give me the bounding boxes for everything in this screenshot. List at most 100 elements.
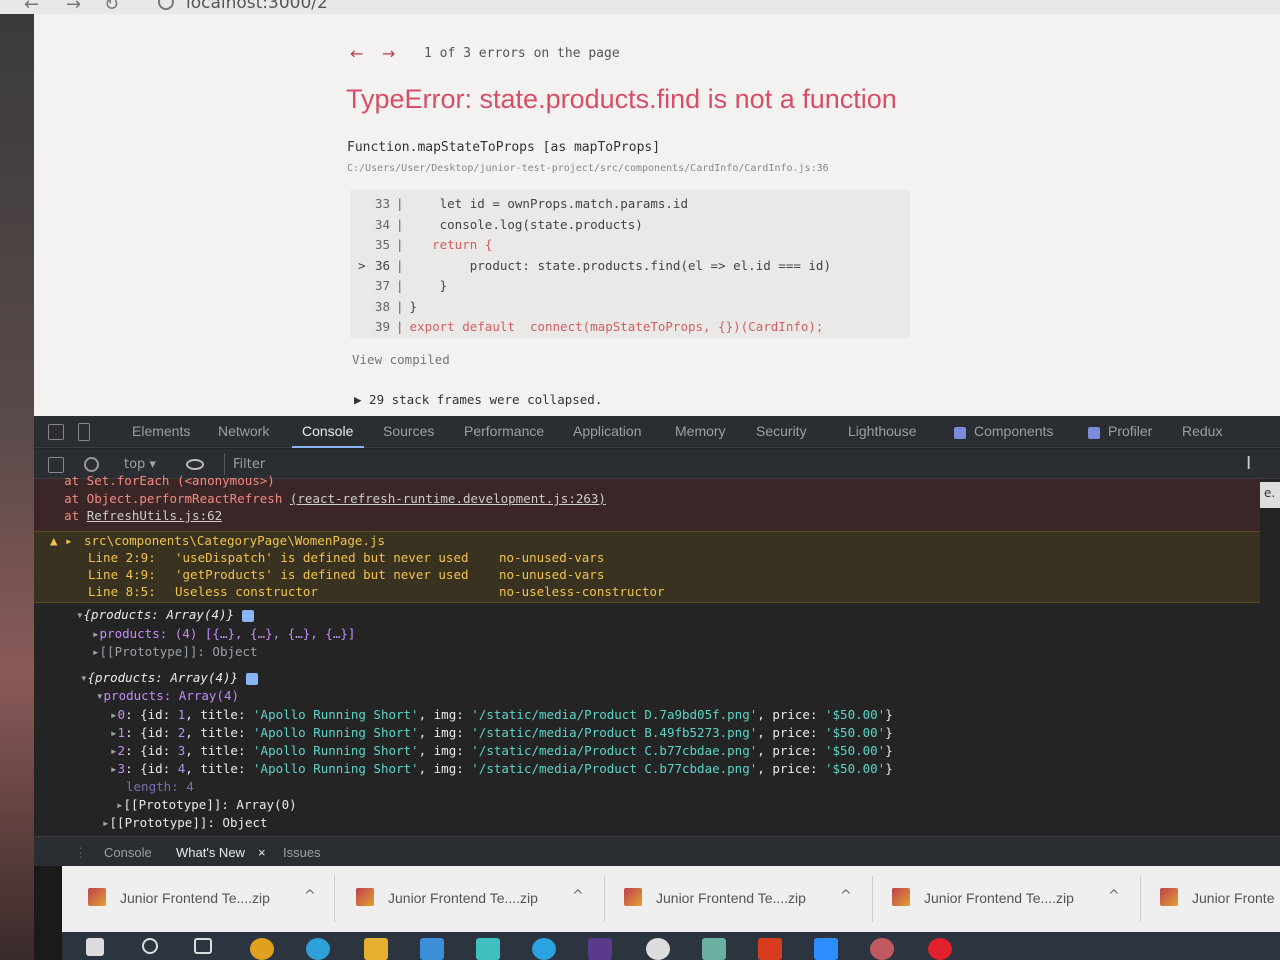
search-icon[interactable] [142, 938, 158, 954]
download-item[interactable]: Junior Frontend Te....zip [388, 890, 538, 906]
opera-icon[interactable] [928, 938, 952, 960]
reload-icon[interactable]: ↻ [104, 0, 119, 15]
tab-components[interactable]: Components [974, 423, 1053, 439]
clock-icon[interactable] [646, 938, 670, 960]
object-prototype[interactable]: ▸[[Prototype]]: Object [92, 644, 258, 659]
code-line: 33 | let id = ownProps.match.params.id [374, 196, 688, 211]
mail-icon[interactable] [420, 938, 444, 960]
tab-console[interactable]: Console [302, 423, 353, 439]
console-output: at Set.forEach (<anonymous>) at Object.p… [34, 473, 1260, 836]
react-components-icon [954, 427, 966, 439]
object-log-header[interactable]: ▾{products: Array(4)} [80, 670, 258, 685]
tab-application[interactable]: Application [573, 423, 642, 439]
warning-file[interactable]: src\components\CategoryPage\WomenPage.js [84, 533, 385, 548]
app-icon[interactable] [870, 938, 894, 960]
function-name: Function.mapStateToProps [as mapToProps] [347, 140, 661, 155]
object-prototype[interactable]: ▸[[Prototype]]: Object [102, 815, 268, 830]
edge-icon[interactable] [306, 938, 330, 960]
object-log-header[interactable]: ▾{products: Array(4)} [76, 607, 254, 622]
live-expression-eye-icon[interactable] [186, 459, 204, 470]
devtools-panel: Elements Network Console Sources Perform… [34, 416, 1280, 866]
stack-link[interactable]: (react-refresh-runtime.development.js:26… [290, 491, 606, 506]
array-item[interactable]: ▸0: {id: 1, title: 'Apollo Running Short… [110, 707, 893, 722]
chrome-icon[interactable] [250, 938, 274, 960]
tab-memory[interactable]: Memory [675, 423, 726, 439]
notepad-icon[interactable] [702, 938, 726, 960]
tab-redux[interactable]: Redux [1182, 423, 1222, 439]
divider [872, 876, 873, 922]
object-property[interactable]: ▸products: (4) [{…}, {…}, {…}, {…}] [92, 626, 355, 641]
context-selector[interactable]: top ▾ [124, 457, 156, 472]
back-icon[interactable]: ← [24, 0, 39, 15]
inspect-element-icon[interactable] [48, 424, 64, 440]
stack-link[interactable]: RefreshUtils.js:62 [87, 508, 222, 523]
file-explorer-icon[interactable] [364, 938, 388, 960]
zip-file-icon [356, 888, 374, 906]
react-profiler-icon [1088, 427, 1100, 439]
download-item[interactable]: Junior Frontend Te....zip [924, 890, 1074, 906]
chevron-up-icon[interactable]: ^ [304, 888, 316, 904]
download-item[interactable]: Junior Fronte [1192, 890, 1274, 906]
warning-rule: no-useless-constructor [499, 584, 665, 599]
stack-frames-toggle[interactable]: ▶ 29 stack frames were collapsed. [354, 392, 602, 407]
divider [604, 876, 605, 922]
array-prototype[interactable]: ▸[[Prototype]]: Array(0) [116, 797, 297, 812]
info-icon[interactable] [158, 0, 174, 10]
task-view-icon[interactable] [194, 938, 212, 954]
array-item[interactable]: ▸1: {id: 2, title: 'Apollo Running Short… [110, 725, 893, 740]
code-line: 37 | } [374, 278, 448, 293]
tab-performance[interactable]: Performance [464, 423, 544, 439]
next-error-button[interactable]: → [382, 44, 395, 63]
drawer-tab-console[interactable]: Console [104, 845, 152, 860]
object-property[interactable]: ▾products: Array(4) [96, 688, 239, 703]
clear-console-icon[interactable] [84, 457, 99, 472]
office-icon[interactable] [758, 938, 782, 960]
download-item[interactable]: Junior Frontend Te....zip [656, 890, 806, 906]
code-line-highlighted: >36 | product: state.products.find(el => … [358, 257, 831, 273]
telegram-icon[interactable] [532, 938, 556, 960]
tab-security[interactable]: Security [756, 423, 807, 439]
tab-sources[interactable]: Sources [383, 423, 434, 439]
drawer-tab-whats-new[interactable]: What's New [176, 845, 245, 860]
zip-file-icon [88, 888, 106, 906]
info-badge-icon [241, 609, 254, 622]
tab-profiler[interactable]: Profiler [1108, 423, 1152, 439]
drawer-menu-icon[interactable]: ⋮ [74, 845, 87, 861]
drawer-tab-issues[interactable]: Issues [283, 845, 321, 860]
info-badge-icon [245, 672, 258, 685]
device-toolbar-icon[interactable] [78, 423, 90, 441]
code-line: 35 | return { [374, 237, 493, 252]
array-item[interactable]: ▸2: {id: 3, title: 'Apollo Running Short… [110, 743, 893, 758]
windows-start-icon[interactable] [86, 938, 104, 956]
download-item[interactable]: Junior Frontend Te....zip [120, 890, 270, 906]
browser-toolbar: ← → ↻ localhost:3000/2 [0, 0, 1280, 15]
sidebar-toggle-icon[interactable] [48, 457, 64, 473]
windows-taskbar [62, 932, 1280, 960]
error-overlay: ← → 1 of 3 errors on the page TypeError:… [34, 14, 1280, 416]
webstorm-icon[interactable] [476, 938, 500, 960]
active-tab-indicator [292, 446, 364, 448]
warning-msg: Useless constructor [175, 584, 318, 599]
prev-error-button[interactable]: ← [350, 44, 363, 63]
array-item[interactable]: ▸3: {id: 4, title: 'Apollo Running Short… [110, 761, 893, 776]
file-path[interactable]: C:/Users/User/Desktop/junior-test-projec… [347, 163, 829, 174]
tab-network[interactable]: Network [218, 423, 269, 439]
code-line: 34 | console.log(state.products) [374, 216, 643, 232]
photoshop-icon[interactable] [588, 938, 612, 960]
url-bar[interactable]: localhost:3000/2 [186, 0, 328, 13]
zoom-icon[interactable] [814, 938, 838, 960]
tab-elements[interactable]: Elements [132, 423, 190, 439]
array-length: length: 4 [126, 779, 194, 794]
tab-lighthouse[interactable]: Lighthouse [848, 423, 917, 439]
forward-icon[interactable]: → [66, 0, 81, 15]
error-title: TypeError: state.products.find is not a … [346, 84, 897, 114]
filter-input[interactable]: Filter [224, 453, 1264, 475]
drawer-close-icon[interactable]: × [258, 845, 266, 860]
chevron-up-icon[interactable]: ^ [572, 888, 584, 904]
stack-line: at RefreshUtils.js:62 [34, 508, 223, 523]
warning-loc: Line 4:9: [88, 567, 156, 582]
warning-rule: no-unused-vars [499, 550, 605, 565]
view-compiled-link[interactable]: View compiled [352, 352, 450, 367]
chevron-up-icon[interactable]: ^ [840, 888, 852, 904]
chevron-up-icon[interactable]: ^ [1108, 888, 1120, 904]
